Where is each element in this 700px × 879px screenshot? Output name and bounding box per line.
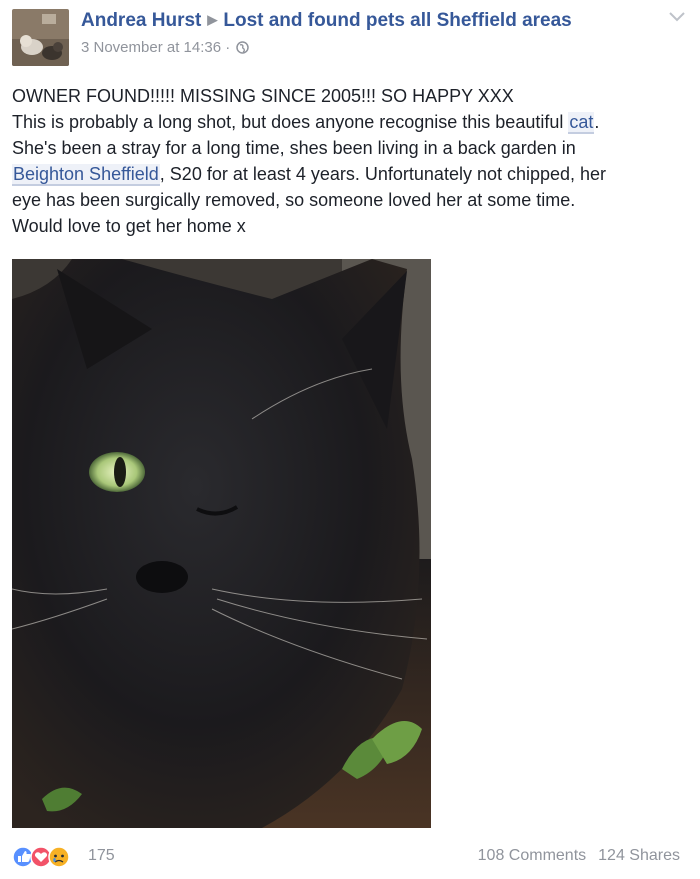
public-globe-icon <box>236 40 250 60</box>
post-text-line: Would love to get her home x <box>12 216 246 236</box>
author-avatar[interactable] <box>12 9 69 66</box>
post-text-line: eye has been surgically removed, so some… <box>12 190 576 210</box>
love-icon <box>30 846 52 868</box>
post-text-line: She's been a stray for a long time, shes… <box>12 138 576 158</box>
reaction-count[interactable]: 175 <box>88 847 115 865</box>
comments-count[interactable]: 108 Comments <box>478 847 587 864</box>
meta-separator: · <box>225 39 231 56</box>
post-timestamp[interactable]: 3 November at 14:36 <box>81 39 221 56</box>
chevron-down-icon[interactable] <box>666 8 688 26</box>
post-photo[interactable] <box>12 259 431 828</box>
author-name[interactable]: Andrea Hurst <box>81 10 201 31</box>
shares-count[interactable]: 124 Shares <box>598 847 680 864</box>
engagement-counts: 108 Comments 124 Shares <box>466 847 680 865</box>
post-text-line: OWNER FOUND!!!!! MISSING SINCE 2005!!! S… <box>12 86 514 106</box>
sad-icon <box>48 846 70 868</box>
post-body: OWNER FOUND!!!!! MISSING SINCE 2005!!! S… <box>12 83 692 239</box>
location-link[interactable]: Beighton Sheffield <box>12 164 160 186</box>
post-header: Andrea Hurst ▶ Lost and found pets all She… <box>81 9 572 34</box>
triangle-right-icon: ▶ <box>207 12 218 27</box>
like-icon <box>12 846 34 868</box>
post-text-line: Beighton Sheffield, S20 for at least 4 y… <box>12 164 607 186</box>
post-text-line: This is probably a long shot, but does a… <box>12 112 600 134</box>
post-meta: 3 November at 14:36 · <box>81 38 250 60</box>
hashtag-link-cat[interactable]: cat <box>568 112 595 134</box>
group-name[interactable]: Lost and found pets all Sheffield areas <box>223 10 571 31</box>
reaction-icons[interactable] <box>12 846 82 868</box>
